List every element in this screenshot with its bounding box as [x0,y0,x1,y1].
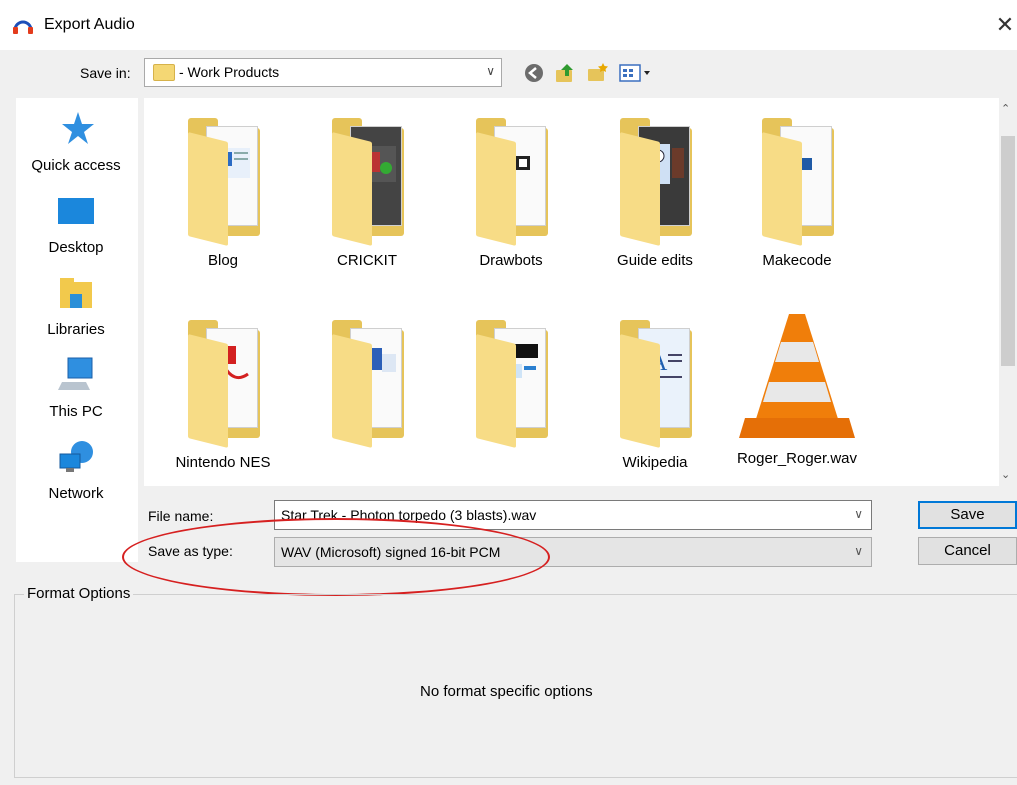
cancel-button[interactable]: Cancel [918,537,1017,565]
place-label: Quick access [31,157,121,174]
place-quick-access[interactable]: Quick access [16,110,136,174]
chevron-down-icon[interactable]: ∨ [854,544,863,558]
folder-item[interactable]: Guide edits [590,118,720,269]
computer-icon [58,357,93,390]
window-title: Export Audio [44,16,135,33]
format-options-title: Format Options [24,585,134,602]
chevron-up-icon[interactable]: ⌃ [1001,102,1010,115]
folder-icon [466,118,556,246]
up-folder-icon[interactable] [553,61,577,85]
libraries-icon [60,278,92,308]
audacity-headphones-icon [13,20,33,34]
save-as-type-label: Save as type: [148,543,233,559]
file-label: Drawbots [479,252,543,269]
folder-icon [322,320,412,448]
folder-item[interactable] [446,320,576,454]
folder-item[interactable]: Drawbots [446,118,576,269]
vertical-scrollbar[interactable]: ⌃ ⌄ [999,98,1017,486]
folder-icon [178,118,268,246]
file-label: Wikipedia [622,454,688,471]
folder-item[interactable]: CRICKIT [302,118,432,269]
folder-icon [752,118,842,246]
place-label: This PC [49,403,103,420]
save-in-dropdown[interactable]: - Work Products ∨ [144,58,502,87]
file-label: CRICKIT [337,252,397,269]
place-label: Network [48,485,104,502]
scrollbar-thumb[interactable] [1001,136,1015,366]
star-icon [62,112,94,144]
file-label: Blog [207,252,239,269]
file-name-input[interactable]: Star Trek - Photon torpedo (3 blasts).wa… [274,500,872,530]
chevron-down-icon[interactable]: ⌄ [1001,468,1010,481]
folder-icon [466,320,556,448]
new-folder-icon[interactable] [585,61,609,85]
file-list[interactable]: Blog CRICKIT Drawbots Guide edits Makeco… [144,98,1017,486]
save-in-value: - Work Products [179,64,280,80]
file-label: Roger_Roger.wav [736,450,858,467]
folder-icon: A [610,320,700,448]
place-label: Libraries [47,321,105,338]
vlc-cone-icon [739,314,855,438]
place-this-pc[interactable]: This PC [16,356,136,420]
file-name-value: Star Trek - Photon torpedo (3 blasts).wa… [281,507,537,523]
chevron-down-icon[interactable]: ∨ [854,507,863,521]
folder-item[interactable]: A Wikipedia [590,320,720,471]
folder-item[interactable]: Nintendo NES [158,320,288,471]
save-as-type-dropdown[interactable]: WAV (Microsoft) signed 16-bit PCM ∨ [274,537,872,567]
folder-item[interactable] [302,320,432,454]
place-desktop[interactable]: Desktop [16,192,136,256]
desktop-icon [58,198,94,224]
title-bar: Export Audio ✕ [0,0,1017,50]
file-name-label: File name: [148,508,214,524]
place-network[interactable]: Network [16,438,136,502]
format-options-message: No format specific options [420,683,593,700]
folder-icon [153,64,175,81]
folder-item[interactable]: Blog [158,118,288,269]
folder-icon [322,118,412,246]
save-button[interactable]: Save [918,501,1017,529]
close-icon[interactable]: ✕ [993,10,1017,40]
place-label: Desktop [48,239,104,256]
file-label: Makecode [762,252,832,269]
folder-icon [178,320,268,448]
view-menu-icon[interactable] [617,61,655,85]
file-label: Guide edits [617,252,693,269]
file-item-wav[interactable]: Roger_Roger.wav [732,310,862,467]
place-libraries[interactable]: Libraries [16,274,136,338]
chevron-down-icon[interactable]: ∨ [486,64,495,78]
save-in-label: Save in: [80,65,131,81]
folder-icon [610,118,700,246]
back-icon[interactable] [522,61,546,85]
folder-item[interactable]: Makecode [732,118,862,269]
places-bar: Quick access Desktop Libraries This PC N… [16,98,138,562]
file-label: Nintendo NES [175,454,271,471]
save-as-type-value: WAV (Microsoft) signed 16-bit PCM [281,544,501,560]
network-icon [59,441,93,472]
